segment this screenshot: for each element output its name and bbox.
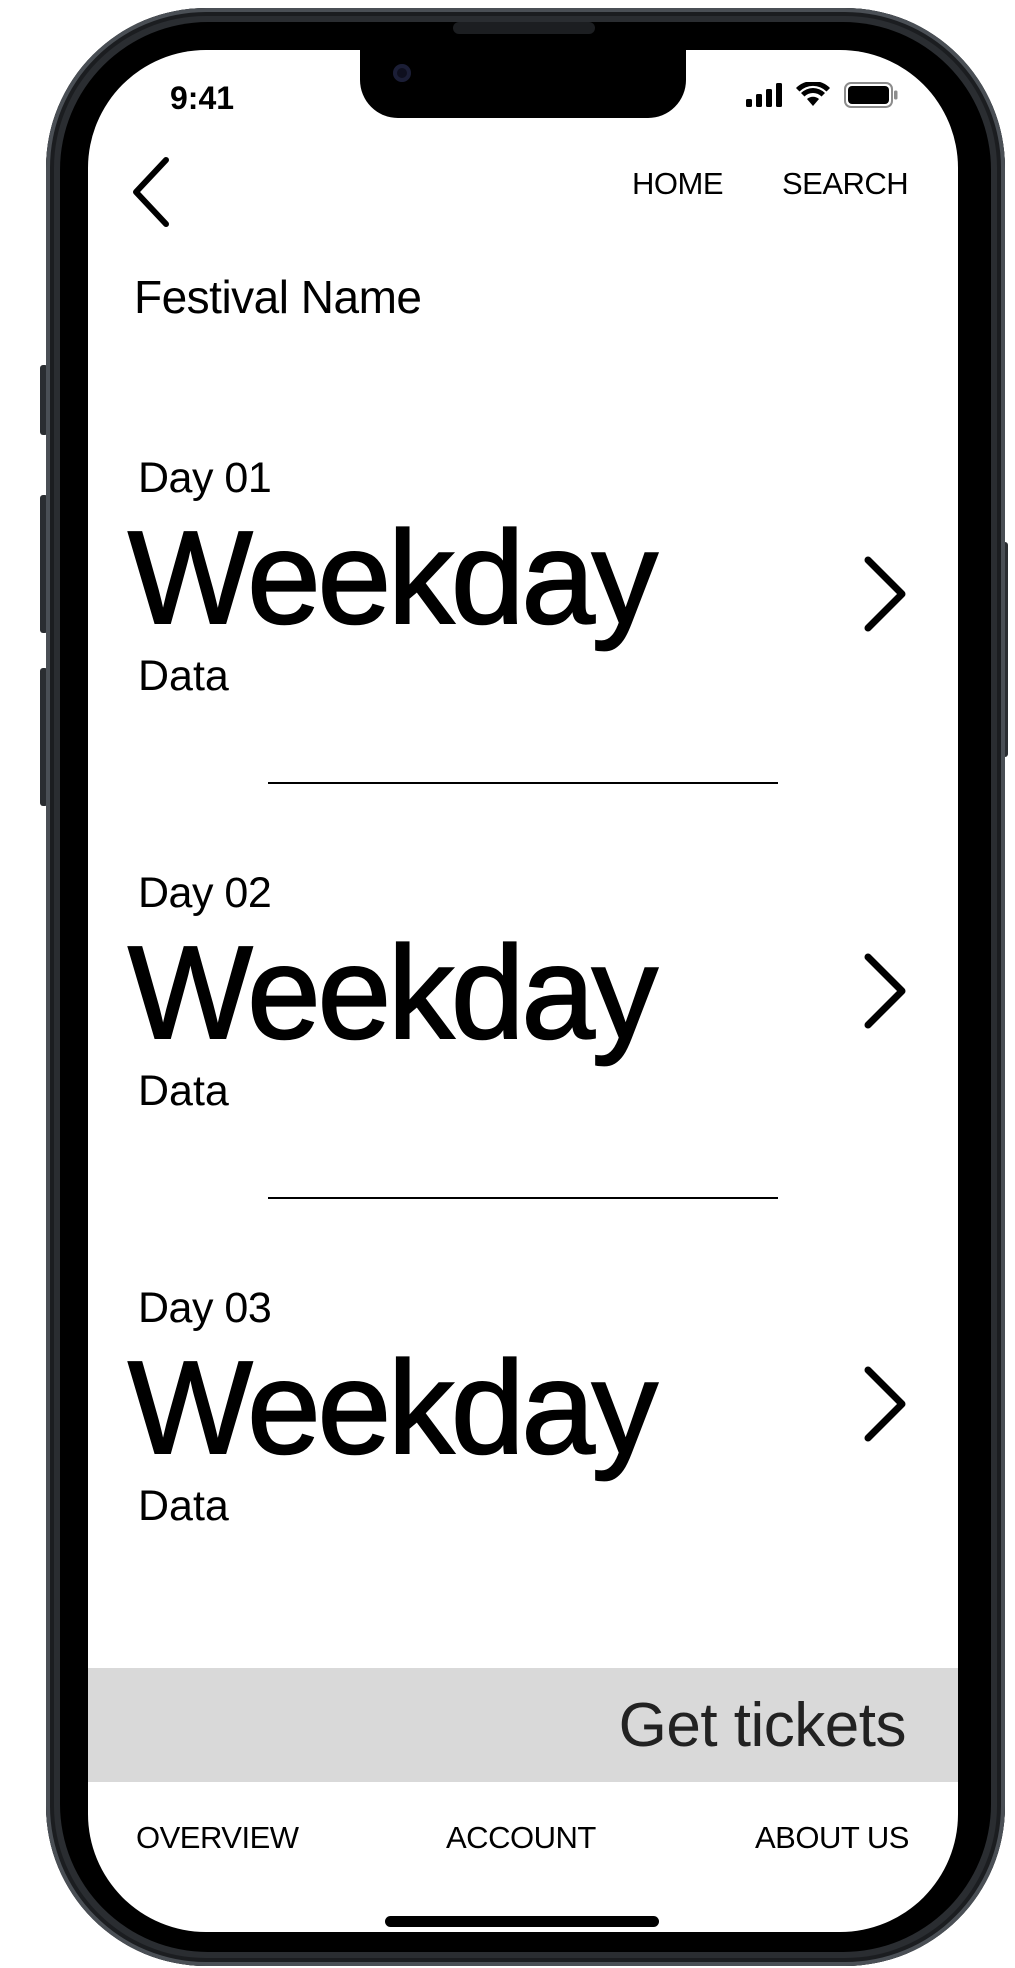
get-tickets-button[interactable]: Get tickets bbox=[88, 1668, 958, 1782]
chevron-right-icon bbox=[864, 556, 906, 632]
day-row-02[interactable]: Day 02 Weekday Data bbox=[88, 869, 958, 1119]
chevron-right-icon bbox=[864, 953, 906, 1029]
battery-icon bbox=[844, 82, 898, 108]
device-mockup: 9:41 HOME SEARCH Festival Name Day 01 We… bbox=[0, 0, 1015, 1968]
status-icons bbox=[746, 82, 898, 108]
get-tickets-label: Get tickets bbox=[618, 1691, 907, 1760]
day-row-01[interactable]: Day 01 Weekday Data bbox=[88, 454, 958, 704]
chevron-left-icon bbox=[133, 157, 169, 227]
day-data: Data bbox=[138, 1067, 229, 1115]
home-indicator[interactable] bbox=[385, 1916, 659, 1927]
day-weekday: Weekday bbox=[127, 1334, 659, 1481]
day-weekday: Weekday bbox=[127, 504, 659, 651]
divider bbox=[268, 1197, 778, 1199]
day-label: Day 02 bbox=[138, 869, 272, 917]
tab-about-us[interactable]: ABOUT US bbox=[755, 1820, 909, 1856]
cellular-signal-icon bbox=[746, 83, 782, 107]
speaker-grill bbox=[453, 22, 595, 34]
wifi-icon bbox=[796, 82, 830, 106]
day-row-03[interactable]: Day 03 Weekday Data bbox=[88, 1284, 958, 1534]
chevron-right-icon bbox=[864, 1366, 906, 1442]
notch bbox=[360, 50, 686, 118]
day-weekday: Weekday bbox=[127, 919, 659, 1066]
festival-title: Festival Name bbox=[134, 271, 422, 323]
nav-home-link[interactable]: HOME bbox=[632, 166, 724, 202]
front-camera bbox=[393, 64, 411, 82]
back-button[interactable] bbox=[128, 154, 178, 230]
day-data: Data bbox=[138, 1482, 229, 1530]
status-time: 9:41 bbox=[170, 80, 235, 116]
day-label: Day 01 bbox=[138, 454, 272, 502]
nav-search-link[interactable]: SEARCH bbox=[782, 166, 909, 202]
tab-overview[interactable]: OVERVIEW bbox=[136, 1820, 299, 1856]
day-label: Day 03 bbox=[138, 1284, 272, 1332]
divider bbox=[268, 782, 778, 784]
app-screen: 9:41 HOME SEARCH Festival Name Day 01 We… bbox=[88, 50, 958, 1932]
tab-account[interactable]: ACCOUNT bbox=[446, 1820, 596, 1856]
day-data: Data bbox=[138, 652, 229, 700]
